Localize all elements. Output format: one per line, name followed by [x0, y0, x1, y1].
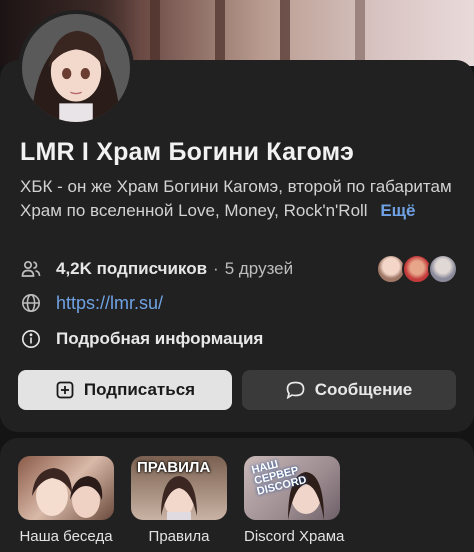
people-icon: [20, 258, 42, 280]
subscribe-label: Подписаться: [83, 380, 196, 399]
chat-bubble-icon: [286, 380, 306, 400]
stories-section: Наша беседа ПРАВИЛА Правила НАШ СЕРВЕР D…: [0, 438, 474, 552]
story-caption: Правила: [148, 528, 210, 545]
details-row[interactable]: Подробная информация: [20, 328, 263, 350]
story-thumbnail: ПРАВИЛА: [131, 456, 227, 520]
friends-count: 5 друзей: [224, 259, 294, 278]
details-label: Подробная информация: [56, 329, 264, 348]
community-avatar[interactable]: [18, 10, 134, 126]
story-thumbnail: НАШ СЕРВЕР DISCORD: [244, 456, 340, 520]
story-caption: Наша беседа: [19, 528, 113, 545]
story-overlay-text: ПРАВИЛА: [137, 459, 211, 476]
website-link[interactable]: https://lmr.su/: [56, 293, 163, 314]
story-thumbnail: [18, 456, 114, 520]
story-item[interactable]: ПРАВИЛА Правила: [131, 456, 227, 545]
friends-avatars[interactable]: [376, 254, 458, 284]
info-icon: [20, 328, 42, 350]
subscribe-button[interactable]: Подписаться: [18, 370, 232, 410]
story-item[interactable]: НАШ СЕРВЕР DISCORD Discord Храма: [244, 456, 345, 545]
subscribers-count: 4,2K подписчиков: [56, 259, 208, 278]
story-caption: Discord Храма: [244, 528, 345, 545]
community-title: LMR I Храм Богини Кагомэ: [20, 138, 354, 166]
community-description: ХБК - он же Храм Богини Кагомэ, второй п…: [20, 175, 460, 222]
story-item[interactable]: Наша беседа: [18, 456, 114, 545]
friend-avatar: [428, 254, 458, 284]
plus-square-icon: [55, 380, 75, 400]
separator: ·: [213, 259, 219, 278]
website-row[interactable]: https://lmr.su/: [20, 292, 163, 314]
message-button[interactable]: Сообщение: [242, 370, 456, 410]
more-link[interactable]: Ещё: [380, 201, 415, 220]
message-label: Сообщение: [314, 380, 413, 399]
subscribers-row[interactable]: 4,2K подписчиков · 5 друзей: [20, 258, 293, 280]
globe-icon: [20, 292, 42, 314]
